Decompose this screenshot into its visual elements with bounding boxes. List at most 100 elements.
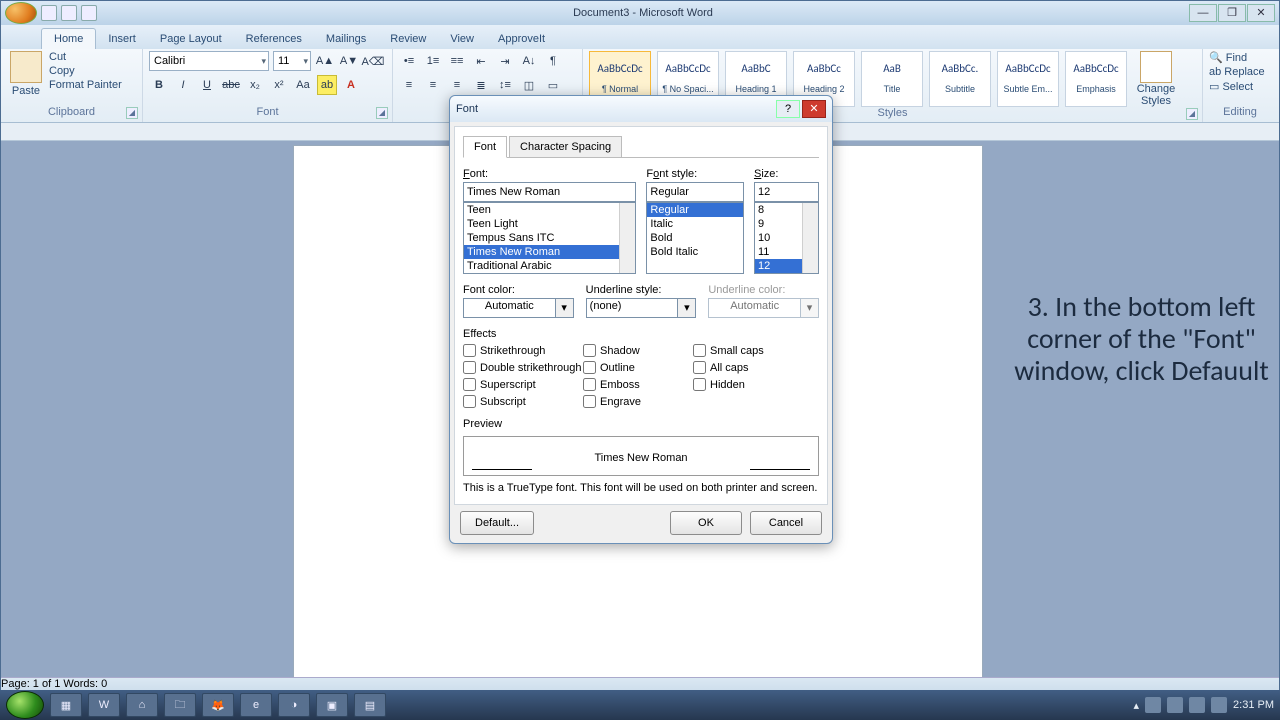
taskbar-clock[interactable]: 2:31 PM bbox=[1233, 699, 1274, 711]
font-listbox[interactable]: TeenTeen LightTempus Sans ITCTimes New R… bbox=[463, 202, 636, 274]
align-left-button[interactable]: ≡ bbox=[399, 75, 419, 95]
taskbar-app-8[interactable]: ▣ bbox=[316, 693, 348, 717]
superscript-button[interactable]: x² bbox=[269, 75, 289, 95]
multilevel-button[interactable]: ≡≡ bbox=[447, 51, 467, 71]
bold-button[interactable]: B bbox=[149, 75, 169, 95]
change-case-button[interactable]: Aa bbox=[293, 75, 313, 95]
decrease-indent-button[interactable]: ⇤ bbox=[471, 51, 491, 71]
numbering-button[interactable]: 1≡ bbox=[423, 51, 443, 71]
tray-chevron-icon[interactable]: ▴ bbox=[1134, 699, 1140, 712]
sort-button[interactable]: A↓ bbox=[519, 51, 539, 71]
ok-button[interactable]: OK bbox=[670, 511, 742, 535]
list-item[interactable]: Italic bbox=[647, 217, 743, 231]
double-strikethrough-checkbox[interactable]: Double strikethrough bbox=[463, 361, 583, 374]
taskbar-app-9[interactable]: ▤ bbox=[354, 693, 386, 717]
taskbar-steam-icon[interactable]: ◑ bbox=[278, 693, 310, 717]
close-button[interactable]: ✕ bbox=[1247, 4, 1275, 22]
engrave-checkbox[interactable]: Engrave bbox=[583, 395, 693, 408]
list-item[interactable]: Regular bbox=[647, 203, 743, 217]
show-paragraph-marks-button[interactable]: ¶ bbox=[543, 51, 563, 71]
subscript-button[interactable]: x₂ bbox=[245, 75, 265, 95]
tab-font[interactable]: Font bbox=[463, 136, 507, 158]
strikethrough-button[interactable]: abc bbox=[221, 75, 241, 95]
emboss-checkbox[interactable]: Emboss bbox=[583, 378, 693, 391]
list-item[interactable]: Teen Light bbox=[464, 217, 635, 231]
align-center-button[interactable]: ≡ bbox=[423, 75, 443, 95]
font-style-listbox[interactable]: RegularItalicBoldBold Italic bbox=[646, 202, 744, 274]
allcaps-checkbox[interactable]: All caps bbox=[693, 361, 803, 374]
tray-network-icon[interactable] bbox=[1167, 697, 1183, 713]
taskbar-app-1[interactable]: ▦ bbox=[50, 693, 82, 717]
undo-icon[interactable] bbox=[61, 5, 77, 21]
ribbon-tab-approveit[interactable]: ApproveIt bbox=[486, 29, 557, 49]
restore-button[interactable]: ❐ bbox=[1218, 4, 1246, 22]
grow-font-icon[interactable]: A▲ bbox=[315, 51, 335, 71]
ribbon-tab-home[interactable]: Home bbox=[41, 28, 96, 49]
underline-button[interactable]: U bbox=[197, 75, 217, 95]
page-status[interactable]: Page: 1 of 1 bbox=[1, 678, 60, 690]
shadow-checkbox[interactable]: Shadow bbox=[583, 344, 693, 357]
strikethrough-checkbox[interactable]: Strikethrough bbox=[463, 344, 583, 357]
underline-style-dropdown[interactable]: (none)▾ bbox=[586, 298, 697, 318]
smallcaps-checkbox[interactable]: Small caps bbox=[693, 344, 803, 357]
words-status[interactable]: Words: 0 bbox=[63, 678, 107, 690]
minimize-button[interactable]: — bbox=[1189, 4, 1217, 22]
tray-volume-icon[interactable] bbox=[1189, 697, 1205, 713]
select-button[interactable]: ▭ Select bbox=[1209, 80, 1253, 93]
find-button[interactable]: 🔍 Find bbox=[1209, 51, 1247, 64]
start-button[interactable] bbox=[6, 691, 44, 719]
size-listbox[interactable]: 89101112 bbox=[754, 202, 819, 274]
cancel-button[interactable]: Cancel bbox=[750, 511, 822, 535]
shrink-font-icon[interactable]: A▼ bbox=[339, 51, 359, 71]
list-item[interactable]: Times New Roman bbox=[464, 245, 635, 259]
list-item[interactable]: Tempus Sans ITC bbox=[464, 231, 635, 245]
align-right-button[interactable]: ≡ bbox=[447, 75, 467, 95]
size-input[interactable] bbox=[754, 182, 819, 202]
font-size-combo[interactable]: 11 bbox=[273, 51, 311, 71]
ribbon-tab-mailings[interactable]: Mailings bbox=[314, 29, 378, 49]
increase-indent-button[interactable]: ⇥ bbox=[495, 51, 515, 71]
save-icon[interactable] bbox=[41, 5, 57, 21]
cut-button[interactable]: Cut bbox=[49, 51, 122, 63]
list-item[interactable]: Bold Italic bbox=[647, 245, 743, 259]
line-spacing-button[interactable]: ↕≡ bbox=[495, 75, 515, 95]
style-tile[interactable]: AaBbCcDcSubtle Em... bbox=[997, 51, 1059, 107]
clipboard-dialog-launcher[interactable]: ◢ bbox=[126, 107, 138, 119]
shading-button[interactable]: ◫ bbox=[519, 75, 539, 95]
style-tile[interactable]: AaBbCc.Subtitle bbox=[929, 51, 991, 107]
taskbar-app-2[interactable]: W bbox=[88, 693, 120, 717]
font-dialog-launcher[interactable]: ◢ bbox=[376, 107, 388, 119]
list-item[interactable]: Bold bbox=[647, 231, 743, 245]
taskbar-app-4[interactable]: 🗀 bbox=[164, 693, 196, 717]
highlight-button[interactable]: ab bbox=[317, 75, 337, 95]
list-item[interactable]: Traditional Arabic bbox=[464, 259, 635, 273]
font-color-button[interactable]: A bbox=[341, 75, 361, 95]
ribbon-tab-view[interactable]: View bbox=[438, 29, 486, 49]
help-button[interactable]: ? bbox=[776, 100, 800, 118]
default-button[interactable]: Default... bbox=[460, 511, 534, 535]
tray-battery-icon[interactable] bbox=[1211, 697, 1227, 713]
subscript-checkbox[interactable]: Subscript bbox=[463, 395, 583, 408]
justify-button[interactable]: ≣ bbox=[471, 75, 491, 95]
taskbar-ie-icon[interactable]: e bbox=[240, 693, 272, 717]
office-button[interactable] bbox=[5, 2, 37, 24]
superscript-checkbox[interactable]: Superscript bbox=[463, 378, 583, 391]
taskbar-app-3[interactable]: ⌂ bbox=[126, 693, 158, 717]
tab-character-spacing[interactable]: Character Spacing bbox=[509, 136, 622, 158]
hidden-checkbox[interactable]: Hidden bbox=[693, 378, 803, 391]
font-family-combo[interactable]: Calibri bbox=[149, 51, 269, 71]
style-tile[interactable]: AaBbCcDcEmphasis bbox=[1065, 51, 1127, 107]
paste-button[interactable]: Paste bbox=[7, 51, 45, 97]
font-style-input[interactable] bbox=[646, 182, 744, 202]
font-name-input[interactable] bbox=[463, 182, 636, 202]
ribbon-tab-references[interactable]: References bbox=[234, 29, 314, 49]
taskbar-firefox-icon[interactable]: 🦊 bbox=[202, 693, 234, 717]
bullets-button[interactable]: •≡ bbox=[399, 51, 419, 71]
redo-icon[interactable] bbox=[81, 5, 97, 21]
clear-formatting-icon[interactable]: A⌫ bbox=[363, 51, 383, 71]
replace-button[interactable]: ab Replace bbox=[1209, 66, 1265, 78]
format-painter-button[interactable]: Format Painter bbox=[49, 79, 122, 91]
copy-button[interactable]: Copy bbox=[49, 65, 122, 77]
tray-flag-icon[interactable] bbox=[1145, 697, 1161, 713]
ribbon-tab-review[interactable]: Review bbox=[378, 29, 438, 49]
